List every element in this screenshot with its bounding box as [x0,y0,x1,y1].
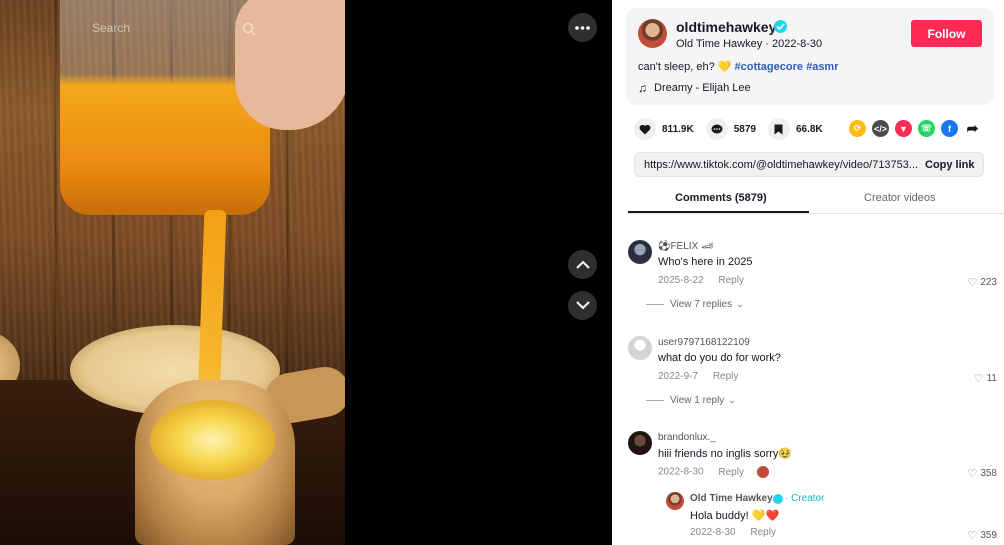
save-count: 66.8K [795,123,823,135]
search-input[interactable]: Search [92,18,262,40]
comment-count: 5879 [733,123,756,135]
post-date: 2022-8-30 [772,38,823,50]
comment-author[interactable]: brandonlux._ [658,432,716,443]
embed-icon[interactable]: </> [872,120,889,137]
tab-comments[interactable]: Comments (5879) [675,192,767,204]
comment-icon [705,118,728,140]
chevron-down-icon: ⌄ [728,395,736,405]
copy-link-button[interactable]: Copy link [925,159,975,171]
view-replies-button[interactable]: View 7 replies ⌄ [646,299,744,310]
video-link-bar: https://www.tiktok.com/@oldtimehawkey/vi… [634,152,984,177]
share-arrow-icon[interactable]: ➦ [964,120,981,137]
video-player[interactable]: Search [0,0,345,545]
reply-like-button[interactable]: ♡ 359 [967,529,997,542]
comment-like-button[interactable]: ♡ 223 [967,276,997,289]
details-panel: oldtimehawkey Old Time Hawkey · 2022-8-3… [612,0,1004,545]
comment-like-count: 358 [980,468,997,479]
reply-text: Hola buddy! 💛❤️ [690,510,780,522]
chevron-up-icon [575,260,590,269]
author-display-name: Old Time Hawkey [676,38,763,50]
comment-text: what do you do for work? [658,352,781,364]
view-replies-button[interactable]: View 1 reply ⌄ [646,395,736,406]
repost-icon[interactable]: ⟳ [849,120,866,137]
hashtag-link[interactable]: #asmr [806,61,838,73]
share-buttons: ⟳ </> ▼ ☏ f ➦ [849,120,987,137]
video-url[interactable]: https://www.tiktok.com/@oldtimehawkey/vi… [644,159,919,171]
comment-text: hiii friends no inglis sorry🥹 [658,448,793,460]
comment-author[interactable]: ⚽FELIX 🏎 [658,241,714,252]
reply-button[interactable]: Reply [750,527,776,538]
reply-button[interactable]: Reply [718,275,744,286]
comment-author[interactable]: user9797168122109 [658,337,750,348]
heart-icon [634,118,656,140]
reply-button[interactable]: Reply [718,467,744,478]
caption-text: can't sleep, eh? 💛 [638,61,732,73]
verified-icon [774,20,787,33]
tab-bar: Comments (5879) Creator videos [628,186,1004,214]
caption: can't sleep, eh? 💛 #cottagecore #asmr [638,60,839,73]
chevron-down-icon [575,301,590,310]
hashtag-link[interactable]: #cottagecore [735,61,803,73]
music-title: Dreamy - Elijah Lee [654,82,751,94]
avatar[interactable] [638,19,667,48]
reply-date: 2022-8-30 [690,527,736,538]
heart-outline-icon: ♡ [967,468,978,480]
comment-date: 2025-8-22 [658,275,704,286]
author-card: oldtimehawkey Old Time Hawkey · 2022-8-3… [626,8,994,105]
more-icon [575,25,590,30]
comment-date: 2022-9-7 [658,371,699,382]
verified-icon [773,494,783,504]
creator-liked-avatar [756,466,769,478]
follow-button[interactable]: Follow [911,20,982,47]
send-icon[interactable]: ▼ [895,120,912,137]
next-video-button[interactable] [568,291,597,320]
author-subline: Old Time Hawkey · 2022-8-30 [676,38,823,50]
search-icon [242,22,256,36]
reply-meta: 2022-8-30 Reply [690,527,776,538]
comment-button[interactable]: 5879 [705,118,756,140]
music-link[interactable]: ♫ Dreamy - Elijah Lee [638,81,751,95]
reply-like-count: 359 [980,530,997,541]
like-button[interactable]: 811.9K [634,118,694,140]
creator-badge: · Creator [785,493,825,504]
more-options-button[interactable] [568,13,597,42]
comment-meta: 2022-9-7 Reply [658,371,738,382]
whatsapp-icon[interactable]: ☏ [918,120,935,137]
music-note-icon: ♫ [638,81,647,95]
comment-like-button[interactable]: ♡ 11 [974,372,997,385]
heart-outline-icon: ♡ [973,373,984,385]
previous-video-button[interactable] [568,250,597,279]
heart-outline-icon: ♡ [967,277,978,289]
comment-text: Who's here in 2025 [658,256,753,268]
avatar[interactable] [628,240,652,264]
comment-like-button[interactable]: ♡ 358 [967,467,997,480]
avatar[interactable] [666,492,684,510]
comment-meta: 2022-8-30 Reply [658,466,769,478]
avatar[interactable] [628,336,652,360]
save-button[interactable]: 66.8K [767,118,823,140]
avatar[interactable] [628,431,652,455]
active-tab-indicator [628,211,809,213]
reply-button[interactable]: Reply [713,371,739,382]
engagement-stats: 811.9K 5879 66.8K [634,118,835,140]
tab-creator-videos[interactable]: Creator videos [864,192,936,204]
comment-like-count: 11 [986,373,997,384]
heart-outline-icon: ♡ [967,530,978,542]
bookmark-icon [767,118,790,140]
comment-like-count: 223 [980,277,997,288]
facebook-icon[interactable]: f [941,120,958,137]
video-pane: Search [0,0,612,545]
comment-date: 2022-8-30 [658,466,704,478]
chevron-down-icon: ⌄ [736,299,744,309]
like-count: 811.9K [662,123,694,135]
reply-author[interactable]: Old Time Hawkey [690,493,773,504]
author-username[interactable]: oldtimehawkey [676,19,776,35]
comment-meta: 2025-8-22 Reply [658,275,744,286]
